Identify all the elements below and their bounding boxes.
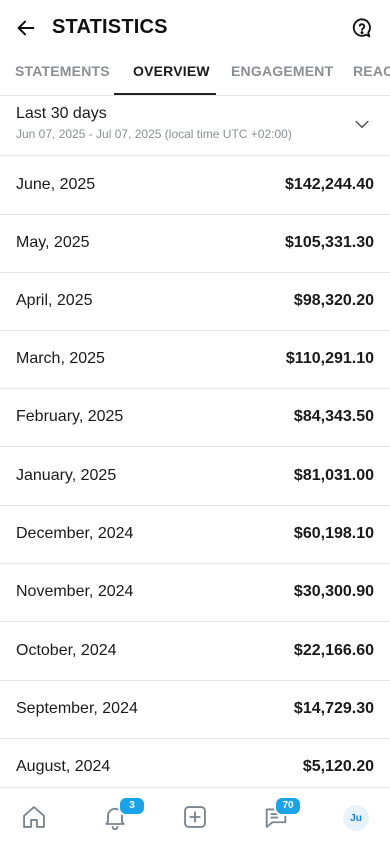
amount-value: $105,331.30 <box>285 234 374 251</box>
month-label: June, 2025 <box>16 176 96 193</box>
amount-value: $22,166.60 <box>293 642 374 659</box>
month-label: May, 2025 <box>16 234 90 251</box>
list-item[interactable]: September, 2024 $14,729.30 <box>0 681 390 739</box>
list-item[interactable]: January, 2025 $81,031.00 <box>0 448 390 506</box>
app-header: STATISTICS <box>0 0 390 56</box>
amount-value: $142,244.40 <box>285 176 374 193</box>
list-item[interactable]: November, 2024 $30,300.90 <box>0 564 390 622</box>
chevron-down-icon <box>355 120 369 129</box>
tab-reach[interactable]: REACH <box>353 56 390 95</box>
amount-value: $84,343.50 <box>293 408 374 425</box>
month-label: March, 2025 <box>16 350 105 367</box>
list-item[interactable]: August, 2024 $5,120.20 <box>0 739 390 787</box>
arrow-left-icon <box>17 20 35 36</box>
period-date-range: Jun 07, 2025 - Jul 07, 2025 (local time … <box>16 127 292 141</box>
avatar[interactable]: Ju <box>343 805 369 831</box>
month-label: August, 2024 <box>16 758 111 775</box>
messages-badge: 70 <box>274 796 302 816</box>
help-circle-icon <box>352 18 371 38</box>
back-button[interactable] <box>12 14 40 42</box>
list-item[interactable]: February, 2025 $84,343.50 <box>0 389 390 447</box>
bottom-navigation: 3 70 Ju <box>0 787 390 844</box>
period-title: Last 30 days <box>16 105 107 122</box>
monthly-earnings-list: June, 2025 $142,244.40 May, 2025 $105,33… <box>0 157 390 787</box>
month-label: February, 2025 <box>16 408 124 425</box>
month-label: December, 2024 <box>16 525 134 542</box>
tab-engagement[interactable]: ENGAGEMENT <box>231 56 333 95</box>
month-label: November, 2024 <box>16 583 134 600</box>
amount-value: $110,291.10 <box>285 350 374 367</box>
page-title: STATISTICS <box>52 16 168 38</box>
list-item[interactable]: May, 2025 $105,331.30 <box>0 215 390 273</box>
amount-value: $98,320.20 <box>293 292 374 309</box>
help-button[interactable] <box>348 14 376 42</box>
amount-value: $14,729.30 <box>293 700 374 717</box>
active-tab-indicator <box>114 93 216 95</box>
tab-statements[interactable]: STATEMENTS <box>15 56 110 95</box>
list-item[interactable]: October, 2024 $22,166.60 <box>0 623 390 681</box>
nav-create[interactable] <box>180 802 210 832</box>
plus-square-icon <box>184 806 206 828</box>
period-selector[interactable]: Last 30 days Jun 07, 2025 - Jul 07, 2025… <box>0 96 390 156</box>
amount-value: $60,198.10 <box>293 525 374 542</box>
list-item[interactable]: December, 2024 $60,198.10 <box>0 506 390 564</box>
tab-bar: STATEMENTS OVERVIEW ENGAGEMENT REACH <box>0 56 390 96</box>
month-label: October, 2024 <box>16 642 117 659</box>
amount-value: $81,031.00 <box>293 467 374 484</box>
amount-value: $30,300.90 <box>293 583 374 600</box>
amount-value: $5,120.20 <box>302 758 374 775</box>
notifications-badge: 3 <box>118 796 146 816</box>
tab-overview[interactable]: OVERVIEW <box>133 56 210 95</box>
home-icon <box>23 806 45 828</box>
month-label: January, 2025 <box>16 467 117 484</box>
list-item[interactable]: April, 2025 $98,320.20 <box>0 273 390 331</box>
month-label: September, 2024 <box>16 700 138 717</box>
month-label: April, 2025 <box>16 292 93 309</box>
list-item[interactable]: June, 2025 $142,244.40 <box>0 157 390 215</box>
list-item[interactable]: March, 2025 $110,291.10 <box>0 331 390 389</box>
nav-home[interactable] <box>19 802 49 832</box>
